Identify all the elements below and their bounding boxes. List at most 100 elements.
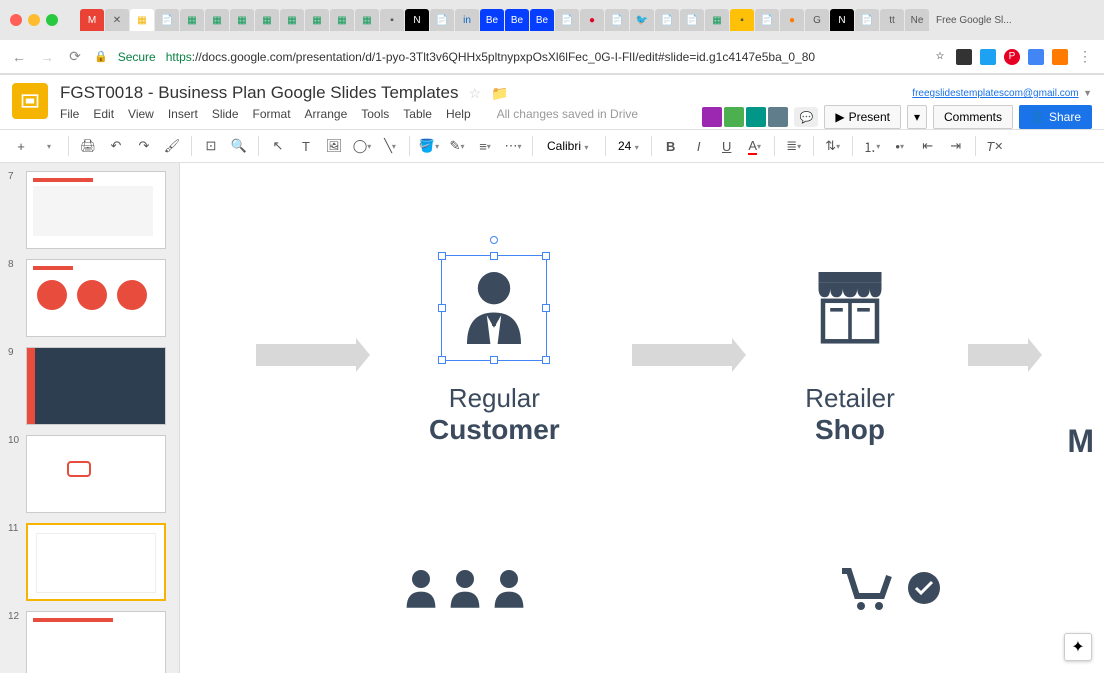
- browser-tab[interactable]: ▦: [130, 9, 154, 31]
- present-dropdown[interactable]: ▾: [907, 105, 927, 129]
- browser-tab[interactable]: 🐦: [630, 9, 654, 31]
- browser-tab[interactable]: G: [805, 9, 829, 31]
- browser-tab[interactable]: ▦: [705, 9, 729, 31]
- businessman-icon[interactable]: [449, 263, 539, 353]
- resize-handle[interactable]: [438, 356, 446, 364]
- flow-label-bold[interactable]: Customer: [429, 414, 560, 446]
- flow-label[interactable]: Retailer: [805, 383, 895, 414]
- browser-tab[interactable]: 📄: [605, 9, 629, 31]
- redo-button[interactable]: ↷: [131, 133, 157, 159]
- menu-slide[interactable]: Slide: [212, 107, 239, 121]
- ext-icon[interactable]: [1028, 49, 1044, 65]
- increase-indent-button[interactable]: ⇥: [943, 133, 969, 159]
- flow-label[interactable]: Regular: [429, 383, 560, 414]
- people-icons[interactable]: [403, 568, 527, 608]
- browser-tab[interactable]: Ne: [905, 9, 929, 31]
- slide-canvas[interactable]: Regular Customer: [180, 163, 1104, 673]
- resize-handle[interactable]: [490, 252, 498, 260]
- decrease-indent-button[interactable]: ⇤: [915, 133, 941, 159]
- menu-format[interactable]: Format: [253, 107, 291, 121]
- browser-tab[interactable]: ●: [780, 9, 804, 31]
- new-slide-button[interactable]: +: [8, 133, 34, 159]
- menu-arrange[interactable]: Arrange: [305, 107, 348, 121]
- numbered-list-button[interactable]: ⒈▾: [859, 133, 885, 159]
- zoom-fit-button[interactable]: ⊡: [198, 133, 224, 159]
- chat-icon[interactable]: 💬: [794, 107, 818, 127]
- arrow-icon[interactable]: [256, 340, 356, 370]
- window-maximize-button[interactable]: [46, 14, 58, 26]
- canvas-area[interactable]: Regular Customer: [180, 163, 1104, 673]
- browser-tab[interactable]: Be: [530, 9, 554, 31]
- present-button[interactable]: ▶ Present: [824, 105, 901, 129]
- browser-tab[interactable]: ▦: [205, 9, 229, 31]
- browser-tab[interactable]: ▦: [230, 9, 254, 31]
- menu-file[interactable]: File: [60, 107, 79, 121]
- user-email[interactable]: freegslidestemplatescom@gmail.com: [912, 88, 1078, 99]
- slide-thumbnail[interactable]: [26, 435, 166, 513]
- collaborator-icon[interactable]: [724, 107, 744, 127]
- reload-button[interactable]: ⟳: [66, 48, 84, 65]
- border-weight-button[interactable]: ≡▾: [472, 133, 498, 159]
- browser-tab[interactable]: 📄: [555, 9, 579, 31]
- browser-tab[interactable]: ▦: [180, 9, 204, 31]
- browser-tab[interactable]: N: [830, 9, 854, 31]
- browser-tab[interactable]: ▦: [305, 9, 329, 31]
- browser-tab[interactable]: in: [455, 9, 479, 31]
- menu-edit[interactable]: Edit: [93, 107, 114, 121]
- rotate-handle[interactable]: [490, 236, 498, 244]
- collaborator-icon[interactable]: [746, 107, 766, 127]
- new-slide-dropdown[interactable]: ▾: [36, 133, 62, 159]
- bulleted-list-button[interactable]: •▾: [887, 133, 913, 159]
- resize-handle[interactable]: [490, 356, 498, 364]
- star-icon[interactable]: ☆: [932, 49, 948, 65]
- browser-tab[interactable]: 📄: [755, 9, 779, 31]
- resize-handle[interactable]: [542, 252, 550, 260]
- slide-thumbnail[interactable]: [26, 171, 166, 249]
- arrow-icon[interactable]: [632, 340, 732, 370]
- resize-handle[interactable]: [438, 252, 446, 260]
- italic-button[interactable]: I: [686, 133, 712, 159]
- browser-tab[interactable]: 📄: [655, 9, 679, 31]
- shape-tool[interactable]: ◯▾: [349, 133, 375, 159]
- select-tool[interactable]: ↖: [265, 133, 291, 159]
- slide-thumbnail[interactable]: [26, 611, 166, 673]
- browser-tab[interactable]: N: [405, 9, 429, 31]
- slide-thumbnail[interactable]: [26, 259, 166, 337]
- browser-tab[interactable]: 📄: [855, 9, 879, 31]
- browser-tab[interactable]: ▪: [730, 9, 754, 31]
- browser-tab[interactable]: ▦: [330, 9, 354, 31]
- pinterest-icon[interactable]: P: [1004, 49, 1020, 65]
- browser-tab[interactable]: ▦: [355, 9, 379, 31]
- forward-button[interactable]: →: [38, 49, 56, 65]
- menu-table[interactable]: Table: [403, 107, 432, 121]
- image-tool[interactable]: 🖼: [321, 133, 347, 159]
- ext-icon[interactable]: [1052, 49, 1068, 65]
- textbox-tool[interactable]: T: [293, 133, 319, 159]
- explore-button[interactable]: ✦: [1064, 633, 1092, 661]
- comments-button[interactable]: Comments: [933, 105, 1013, 129]
- ext-icon[interactable]: [956, 49, 972, 65]
- slide-thumbnail-selected[interactable]: [26, 523, 166, 601]
- border-dash-button[interactable]: ⋯▾: [500, 133, 526, 159]
- slides-logo-icon[interactable]: [12, 83, 48, 119]
- slide-thumbnails[interactable]: 7 8 9 10 11 12 13 14: [0, 163, 180, 673]
- arrow-icon[interactable]: [968, 340, 1028, 370]
- browser-tab[interactable]: ▪: [380, 9, 404, 31]
- share-button[interactable]: 👤 Share: [1019, 105, 1092, 129]
- menu-help[interactable]: Help: [446, 107, 471, 121]
- shop-icon[interactable]: [805, 263, 895, 353]
- doc-title[interactable]: FGST0018 - Business Plan Google Slides T…: [60, 83, 458, 103]
- menu-insert[interactable]: Insert: [168, 107, 198, 121]
- browser-tab[interactable]: 📄: [680, 9, 704, 31]
- browser-tab[interactable]: ▦: [255, 9, 279, 31]
- resize-handle[interactable]: [438, 304, 446, 312]
- flow-label-bold[interactable]: Shop: [805, 414, 895, 446]
- line-spacing-button[interactable]: ⇅▾: [820, 133, 846, 159]
- bold-button[interactable]: B: [658, 133, 684, 159]
- zoom-button[interactable]: 🔍: [226, 133, 252, 159]
- collaborator-icon[interactable]: [768, 107, 788, 127]
- url-field[interactable]: https://docs.google.com/presentation/d/1…: [166, 50, 922, 64]
- font-select[interactable]: Calibri ▾: [539, 139, 599, 153]
- browser-tab[interactable]: 📄: [155, 9, 179, 31]
- resize-handle[interactable]: [542, 304, 550, 312]
